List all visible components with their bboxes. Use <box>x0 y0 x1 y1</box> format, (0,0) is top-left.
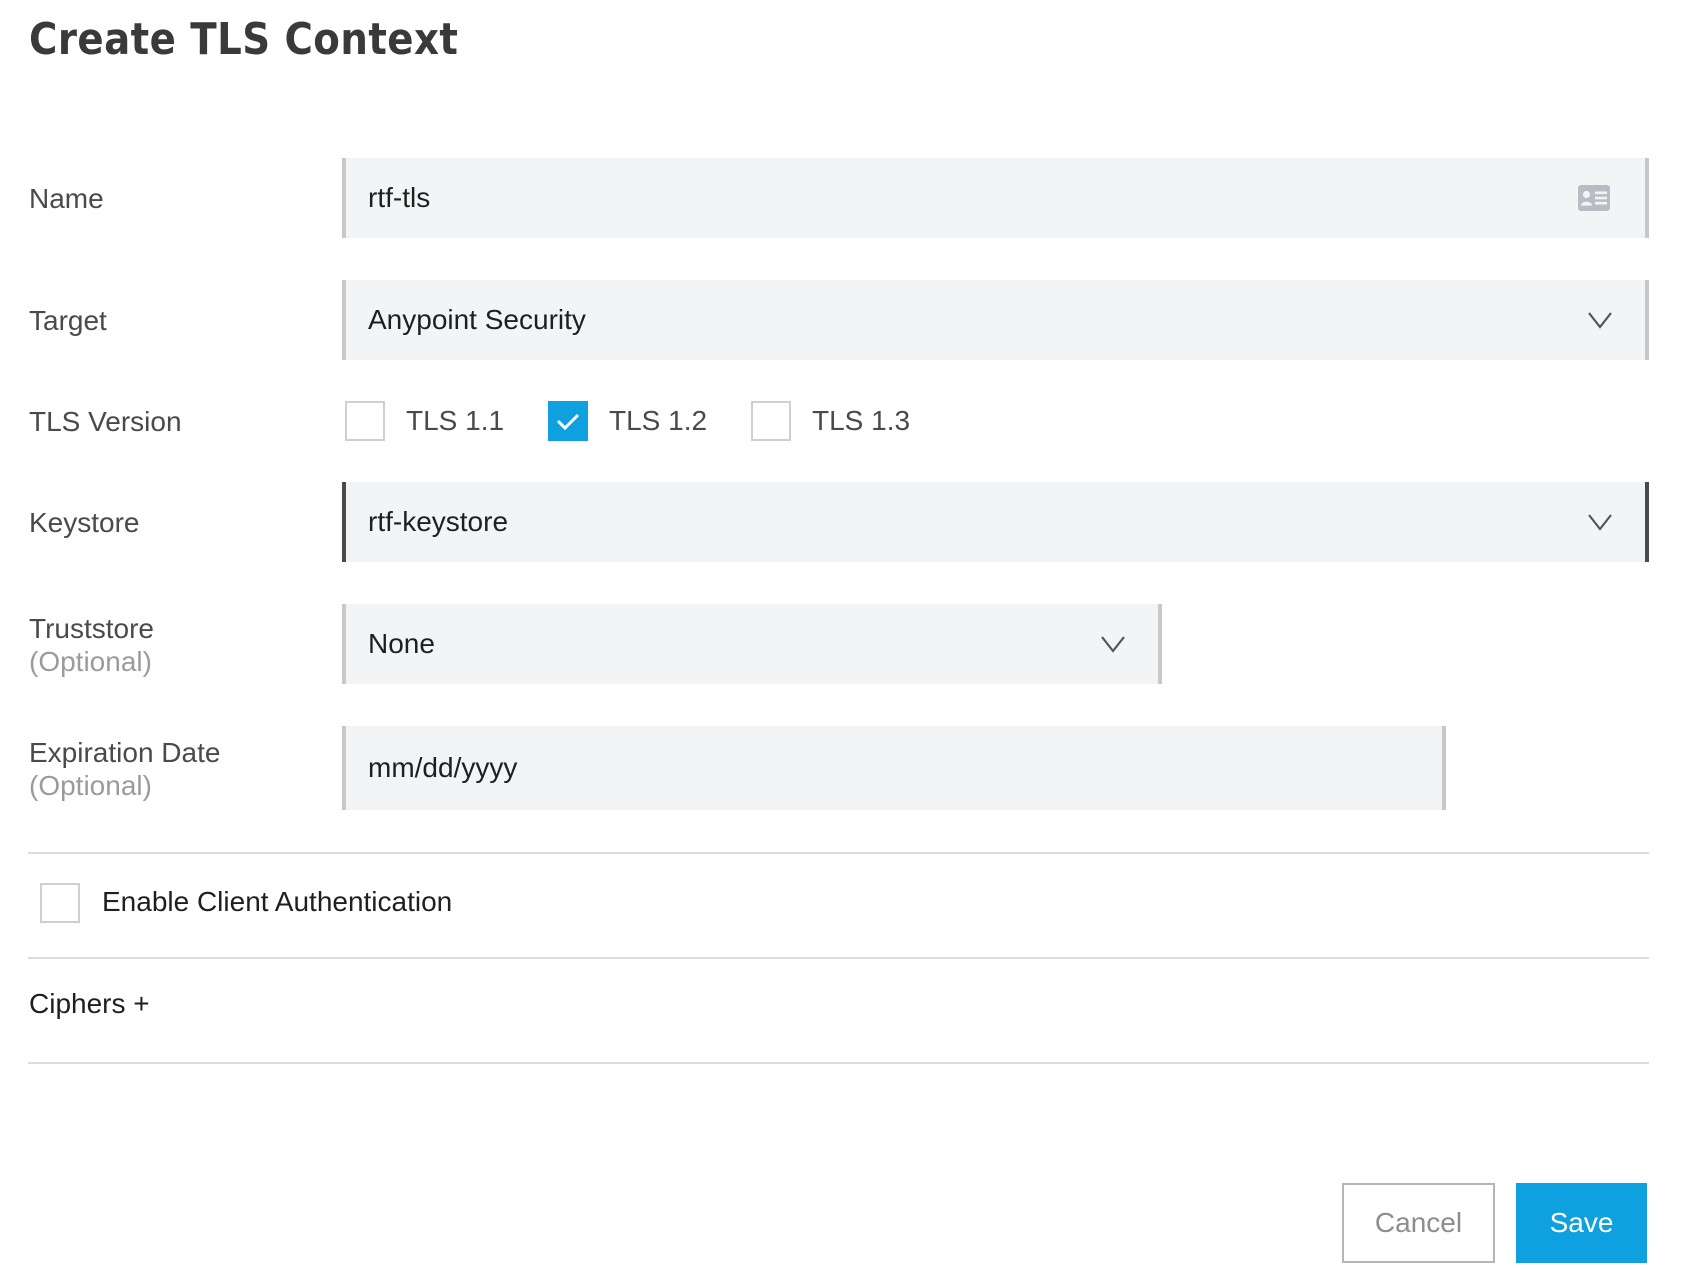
truststore-label-text: Truststore <box>29 613 154 644</box>
contact-card-icon[interactable] <box>1577 184 1611 212</box>
divider <box>28 852 1649 854</box>
truststore-optional-text: (Optional) <box>29 646 152 677</box>
truststore-select-value: None <box>368 628 435 659</box>
keystore-select[interactable]: rtf-keystore <box>342 482 1649 562</box>
name-input-value: rtf-tls <box>368 182 431 213</box>
tls-1-3-checkbox[interactable] <box>751 401 791 441</box>
divider <box>28 1062 1649 1064</box>
keystore-select-value: rtf-keystore <box>368 506 509 537</box>
name-input[interactable]: rtf-tls <box>342 158 1649 238</box>
expiration-date-optional-text: (Optional) <box>29 770 152 801</box>
target-label: Target <box>29 305 107 336</box>
save-button[interactable]: Save <box>1516 1183 1647 1263</box>
ciphers-toggle[interactable]: Ciphers + <box>29 988 150 1020</box>
create-tls-context-page: Create TLS Context Name rtf-tls Target A… <box>0 0 1706 1270</box>
keystore-label: Keystore <box>29 507 140 538</box>
truststore-select[interactable]: None <box>342 604 1162 684</box>
tls-1-3-label: TLS 1.3 <box>812 405 911 436</box>
chevron-down-icon <box>1098 629 1128 659</box>
chevron-down-icon <box>1585 305 1615 335</box>
page-title: Create TLS Context <box>29 14 459 65</box>
target-select[interactable]: Anypoint Security <box>342 280 1649 360</box>
enable-client-auth-checkbox[interactable] <box>40 883 80 923</box>
checkmark-icon <box>556 413 580 431</box>
expiration-date-label-text: Expiration Date <box>29 737 221 768</box>
target-select-value: Anypoint Security <box>368 304 586 335</box>
name-label: Name <box>29 183 104 214</box>
truststore-label: Truststore (Optional) <box>29 612 154 678</box>
cancel-button[interactable]: Cancel <box>1342 1183 1495 1263</box>
expiration-date-label: Expiration Date (Optional) <box>29 736 220 802</box>
tls-1-1-checkbox[interactable] <box>345 401 385 441</box>
tls-1-2-checkbox[interactable] <box>548 401 588 441</box>
tls-1-2-label: TLS 1.2 <box>609 405 708 436</box>
chevron-down-icon <box>1585 507 1615 537</box>
divider <box>28 957 1649 959</box>
tls-version-label: TLS Version <box>29 406 182 437</box>
expiration-date-input[interactable]: mm/dd/yyyy <box>342 726 1446 810</box>
expiration-date-placeholder: mm/dd/yyyy <box>368 752 518 783</box>
enable-client-auth-label: Enable Client Authentication <box>102 886 453 917</box>
tls-1-1-label: TLS 1.1 <box>406 405 505 436</box>
